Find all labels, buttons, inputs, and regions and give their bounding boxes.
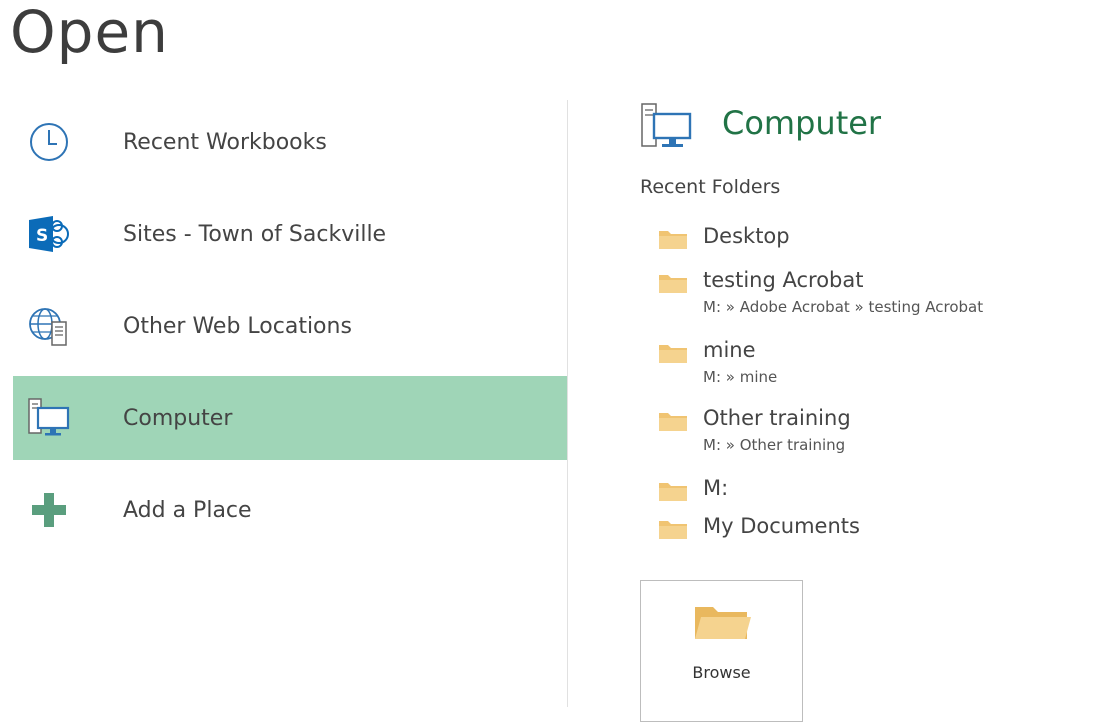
place-add-a-place[interactable]: Add a Place xyxy=(13,468,567,552)
place-label: Computer xyxy=(123,405,233,431)
place-other-web-locations[interactable]: Other Web Locations xyxy=(13,284,567,368)
clock-icon xyxy=(26,119,72,165)
computer-icon xyxy=(26,395,72,441)
panel-divider xyxy=(567,100,568,707)
place-label: Sites - Town of Sackville xyxy=(123,221,387,247)
sharepoint-icon: S xyxy=(26,211,72,257)
place-label: Add a Place xyxy=(123,497,252,523)
panel-heading: Computer xyxy=(722,104,882,142)
page-title: Open xyxy=(10,0,169,66)
folder-icon xyxy=(658,228,688,250)
recent-folders-label: Recent Folders xyxy=(640,176,781,198)
plus-icon xyxy=(26,487,72,533)
folder-name: mine xyxy=(703,338,756,362)
places-list: Recent Workbooks S Sites - Town of Sackv… xyxy=(13,100,567,560)
place-label: Recent Workbooks xyxy=(123,129,327,155)
panel-header: Computer xyxy=(640,100,1040,150)
place-recent-workbooks[interactable]: Recent Workbooks xyxy=(13,100,567,184)
browse-label: Browse xyxy=(692,663,751,682)
folder-icon xyxy=(658,480,688,502)
folder-icon xyxy=(658,342,688,364)
computer-icon xyxy=(640,102,700,150)
folder-name: M: xyxy=(703,476,729,500)
folder-open-icon xyxy=(691,603,753,643)
globe-server-icon xyxy=(26,303,72,349)
browse-button[interactable]: Browse xyxy=(640,580,803,722)
folder-name: Other training xyxy=(703,406,851,430)
folder-path: M: » Other training xyxy=(703,436,846,454)
folder-name: My Documents xyxy=(703,514,860,538)
folder-path: M: » Adobe Acrobat » testing Acrobat xyxy=(703,298,984,316)
folder-name: Desktop xyxy=(703,224,790,248)
folder-icon xyxy=(658,518,688,540)
svg-text:S: S xyxy=(36,226,48,246)
place-computer[interactable]: Computer xyxy=(13,376,567,460)
place-label: Other Web Locations xyxy=(123,313,352,339)
folder-icon xyxy=(658,272,688,294)
folder-icon xyxy=(658,410,688,432)
folder-name: testing Acrobat xyxy=(703,268,864,292)
folder-path: M: » mine xyxy=(703,368,778,386)
place-sites-sackville[interactable]: S Sites - Town of Sackville xyxy=(13,192,567,276)
